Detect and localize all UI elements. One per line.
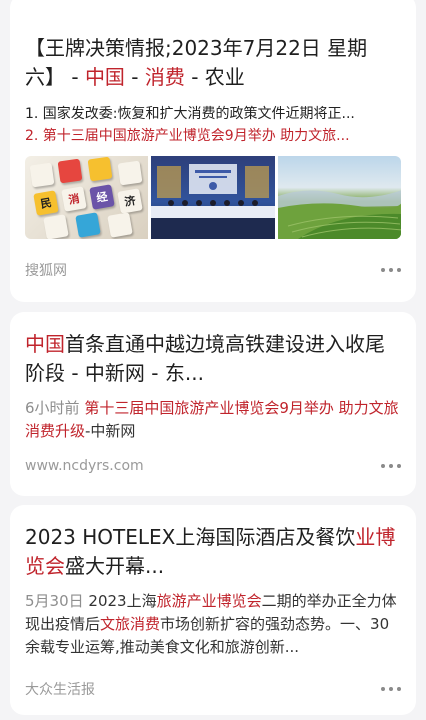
card-title[interactable]: 2023 HOTELEX上海国际酒店及餐饮业博览会盛大开幕... [25, 523, 401, 581]
source-label: 大众生活报 [25, 682, 95, 698]
card-snippet[interactable]: 5月30日 2023上海旅游产业博览会二期的举办正全力体现出疫情后文旅消费市场创… [25, 590, 401, 659]
title-text: 首条直通中越边境高铁建设进入收尾阶段 - 中新网 - 东... [25, 332, 385, 385]
title-highlight: 消费 [144, 65, 185, 89]
snippet-highlight: 文旅消费 [100, 615, 161, 633]
title-highlight: 中国 [84, 65, 125, 89]
more-options-icon[interactable] [381, 684, 401, 694]
news-card-3[interactable]: 2023 HOTELEX上海国际酒店及餐饮业博览会盛大开幕... 5月30日 2… [10, 505, 416, 715]
card-title[interactable]: 【王牌决策情报;2023年7月22日 星期六】 - 中国 - 消费 - 农业 [25, 34, 401, 92]
snippet-text: 2023上海 [88, 592, 157, 610]
card-snippet[interactable]: 6小时前 第十三届中国旅游产业博览会9月举办 助力文旅消费升级-中新网 [25, 397, 401, 443]
conference-illustration [151, 164, 275, 239]
card-footer: www.ncdyrs.com [25, 458, 401, 474]
source-label: 搜狐网 [25, 263, 67, 279]
title-text: - [124, 65, 145, 89]
thumbnail-strip[interactable]: 民 消 经 济 [25, 156, 401, 239]
news-card-2[interactable]: 中国首条直通中越边境高铁建设进入收尾阶段 - 中新网 - 东... 6小时前 第… [10, 312, 416, 496]
snippet-suffix: -中新网 [85, 422, 136, 440]
tile: 济 [117, 188, 143, 214]
card-title[interactable]: 中国首条直通中越边境高铁建设进入收尾阶段 - 中新网 - 东... [25, 330, 401, 388]
summary-line-1[interactable]: 1. 国家发改委:恢复和扩大消费的政策文件近期将正... [25, 103, 401, 125]
more-options-icon[interactable] [381, 265, 401, 275]
title-text: 盛大开幕... [65, 554, 165, 578]
timestamp: 6小时前 [25, 399, 80, 417]
date: 5月30日 [25, 592, 84, 610]
card-footer: 搜狐网 [25, 260, 401, 280]
tile: 消 [61, 186, 87, 212]
card-footer: 大众生活报 [25, 679, 401, 699]
snippet-link[interactable]: 第十三届中国旅游产业博览会9月举办 助力文旅消费升级 [25, 399, 399, 440]
tile: 经 [89, 184, 115, 210]
title-text: - 农业 [184, 65, 245, 89]
tile: 民 [33, 190, 59, 216]
summary-line-2[interactable]: 2. 第十三届中国旅游产业博览会9月举办 助力文旅... [25, 125, 401, 147]
title-highlight: 中国 [25, 332, 65, 356]
source-label: www.ncdyrs.com [25, 458, 144, 474]
landscape-illustration [277, 190, 401, 239]
title-text: 2023 HOTELEX上海国际酒店及餐饮 [25, 525, 356, 549]
snippet-highlight: 旅游产业博览会 [156, 592, 262, 610]
news-card-1[interactable]: 【王牌决策情报;2023年7月22日 星期六】 - 中国 - 消费 - 农业 1… [10, 0, 416, 302]
more-options-icon[interactable] [381, 461, 401, 471]
conference-image[interactable] [151, 156, 275, 239]
word-tiles-image[interactable]: 民 消 经 济 [25, 156, 149, 239]
landscape-image[interactable] [277, 156, 401, 239]
